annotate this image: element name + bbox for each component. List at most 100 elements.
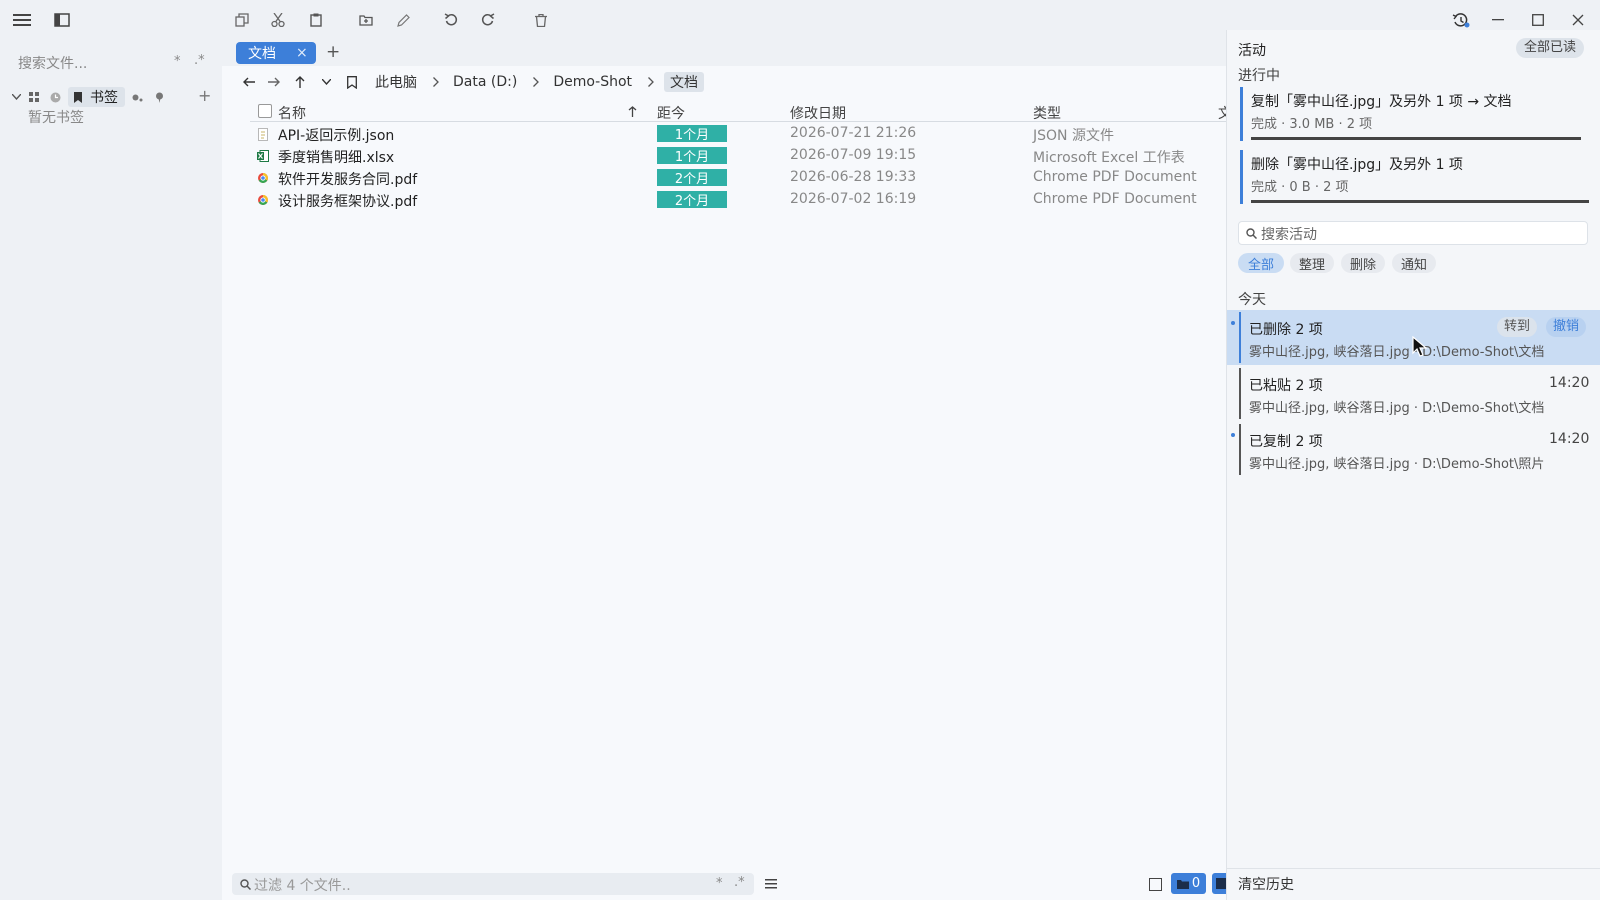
activity-item-title: 已粘贴 2 项 bbox=[1249, 378, 1323, 394]
select-all-checkbox[interactable] bbox=[258, 104, 272, 118]
file-modified: 2026-07-02 16:19 bbox=[790, 191, 917, 207]
column-header-name[interactable]: 名称 bbox=[278, 103, 306, 123]
breadcrumb-item-pc[interactable]: 此电脑 bbox=[375, 72, 417, 92]
selection-checkbox[interactable] bbox=[1149, 878, 1162, 891]
new-folder-icon[interactable] bbox=[356, 10, 376, 30]
file-type: Microsoft Excel 工作表 bbox=[1033, 150, 1185, 166]
pdf-file-icon bbox=[256, 193, 270, 207]
json-file-icon bbox=[256, 127, 270, 141]
column-header-overflow[interactable]: 文 bbox=[1218, 103, 1226, 123]
pdf-file-icon bbox=[256, 171, 270, 185]
column-header-modified[interactable]: 修改日期 bbox=[790, 103, 846, 123]
column-header-type[interactable]: 类型 bbox=[1033, 103, 1061, 123]
grid-icon[interactable] bbox=[27, 90, 41, 104]
mark-all-read-button[interactable]: 全部已读 bbox=[1516, 38, 1585, 58]
sidebar bbox=[0, 0, 222, 900]
breadcrumb-item-drive[interactable]: Data (D:) bbox=[453, 74, 517, 90]
minimize-icon[interactable] bbox=[1488, 10, 1508, 30]
filter-chip-notify[interactable]: 通知 bbox=[1392, 253, 1436, 273]
filter-placeholder: 过滤 4 个文件.. bbox=[254, 878, 351, 894]
list-view-icon[interactable] bbox=[762, 875, 780, 893]
clear-history-button[interactable]: 清空历史 bbox=[1238, 874, 1294, 894]
close-icon[interactable] bbox=[1568, 10, 1588, 30]
undo-button[interactable]: 撤销 bbox=[1546, 317, 1587, 337]
forward-arrow-icon[interactable] bbox=[265, 72, 283, 92]
up-arrow-icon[interactable] bbox=[291, 72, 309, 92]
filter-chip-organize[interactable]: 整理 bbox=[1290, 253, 1334, 273]
progress-card[interactable]: 删除「雾中山径.jpg」及另外 1 项 完成 · 0 B · 2 项 bbox=[1240, 150, 1589, 204]
breadcrumb-item-current[interactable]: 文档 bbox=[664, 72, 705, 92]
back-arrow-icon[interactable] bbox=[240, 72, 258, 92]
rename-icon[interactable] bbox=[393, 10, 413, 30]
sidebar-search-regex-toggle[interactable]: .* bbox=[194, 53, 205, 68]
progress-bar-fill bbox=[1251, 200, 1589, 203]
clock-icon[interactable] bbox=[48, 90, 62, 104]
breadcrumb-item-demo-shot[interactable]: Demo-Shot bbox=[553, 74, 632, 90]
chevron-down-icon[interactable] bbox=[10, 90, 22, 104]
age-badge: 2个月 bbox=[657, 191, 727, 209]
file-row[interactable]: 设计服务框架协议.pdf 2个月 2026-07-02 16:19 Chrome… bbox=[222, 189, 1226, 211]
filter-input[interactable]: 过滤 4 个文件.. * .* bbox=[232, 873, 754, 895]
tag-icon[interactable] bbox=[130, 90, 144, 104]
filter-chip-all[interactable]: 全部 bbox=[1238, 253, 1284, 273]
cut-icon[interactable] bbox=[268, 10, 288, 30]
file-type: Chrome PDF Document bbox=[1033, 169, 1197, 185]
file-row[interactable]: 软件开发服务合同.pdf 2个月 2026-06-28 19:33 Chrome… bbox=[222, 167, 1226, 189]
sidebar-toggle-icon[interactable] bbox=[52, 10, 72, 30]
paste-icon[interactable] bbox=[306, 10, 326, 30]
copy-icon[interactable] bbox=[232, 10, 252, 30]
progress-card[interactable]: 复制「雾中山径.jpg」及另外 1 项 → 文档 完成 · 3.0 MB · 2… bbox=[1240, 87, 1589, 141]
goto-button[interactable]: 转到 bbox=[1497, 317, 1538, 337]
activity-item[interactable]: 已粘贴 2 项 14:20 雾中山径.jpg, 峡谷落日.jpg · D:\De… bbox=[1227, 366, 1600, 421]
file-row[interactable]: 季度销售明细.xlsx 1个月 2026-07-09 19:15 Microso… bbox=[222, 145, 1226, 167]
age-badge: 1个月 bbox=[657, 147, 727, 165]
activity-item-title: 已删除 2 项 bbox=[1249, 322, 1323, 338]
bookmark-tab[interactable]: 书签 bbox=[68, 87, 125, 107]
folder-count: 0 bbox=[1191, 876, 1201, 891]
sidebar-search-input[interactable]: 搜索文件... bbox=[18, 53, 87, 73]
header-divider bbox=[250, 121, 1226, 122]
file-modified: 2026-06-28 19:33 bbox=[790, 169, 917, 185]
menu-icon[interactable] bbox=[10, 10, 34, 30]
file-type: JSON 源文件 bbox=[1033, 128, 1114, 144]
file-row[interactable]: API-返回示例.json 1个月 2026-07-21 21:26 JSON … bbox=[222, 123, 1226, 145]
location-pin-icon[interactable] bbox=[152, 90, 166, 104]
chevron-right-icon bbox=[648, 77, 654, 87]
chevron-right-icon bbox=[533, 77, 540, 87]
undo-icon[interactable] bbox=[441, 10, 461, 30]
column-header-age[interactable]: 距今 bbox=[657, 103, 685, 123]
activity-history-icon[interactable] bbox=[1450, 10, 1472, 30]
filter-regex-toggle[interactable]: .* bbox=[734, 875, 745, 890]
activity-item[interactable]: 已复制 2 项 14:20 雾中山径.jpg, 峡谷落日.jpg · D:\De… bbox=[1227, 422, 1600, 477]
add-bookmark-button[interactable]: + bbox=[198, 86, 211, 105]
maximize-icon[interactable] bbox=[1528, 10, 1548, 30]
progress-bar-fill bbox=[1251, 137, 1581, 140]
tab-close-button[interactable]: × bbox=[296, 45, 308, 61]
sort-ascending-icon[interactable] bbox=[626, 104, 638, 118]
in-progress-label: 进行中 bbox=[1238, 68, 1280, 84]
activity-title: 活动 bbox=[1238, 43, 1266, 59]
search-icon bbox=[1244, 226, 1258, 240]
filter-wildcard-toggle[interactable]: * bbox=[716, 876, 723, 891]
tab-documents[interactable]: 文档 × bbox=[236, 42, 316, 64]
activity-item-bar bbox=[1239, 312, 1241, 363]
sidebar-search-wildcard-toggle[interactable]: * bbox=[174, 54, 181, 69]
bookmark-outline-icon[interactable] bbox=[343, 72, 361, 92]
delete-icon[interactable] bbox=[531, 10, 551, 30]
new-tab-button[interactable]: + bbox=[326, 42, 340, 62]
filter-chip-delete[interactable]: 删除 bbox=[1341, 253, 1385, 273]
progress-title: 删除「雾中山径.jpg」及另外 1 项 bbox=[1251, 157, 1463, 173]
history-dropdown-icon[interactable] bbox=[317, 72, 335, 92]
file-name: 季度销售明细.xlsx bbox=[278, 150, 395, 166]
age-badge: 2个月 bbox=[657, 169, 727, 187]
progress-detail: 完成 · 3.0 MB · 2 项 bbox=[1251, 117, 1373, 132]
folder-count-badge: 0 bbox=[1171, 873, 1206, 894]
chevron-right-icon bbox=[433, 77, 439, 87]
file-modified: 2026-07-09 19:15 bbox=[790, 147, 917, 163]
file-name: 软件开发服务合同.pdf bbox=[278, 172, 418, 188]
file-icon bbox=[1216, 878, 1226, 889]
redo-icon[interactable] bbox=[478, 10, 498, 30]
activity-search-input[interactable]: 搜索活动 bbox=[1238, 221, 1588, 245]
activity-item-detail: 雾中山径.jpg, 峡谷落日.jpg · D:\Demo-Shot\文档 bbox=[1249, 345, 1545, 360]
folder-icon bbox=[1176, 879, 1189, 889]
